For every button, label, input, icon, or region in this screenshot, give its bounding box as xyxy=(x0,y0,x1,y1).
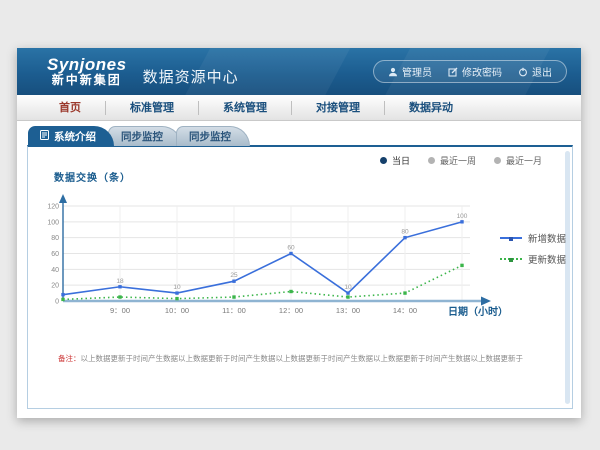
x-tick-label: 14：00 xyxy=(393,306,417,315)
y-tick-label: 20 xyxy=(51,283,59,290)
user-menu: 管理员 修改密码 退出 xyxy=(373,60,567,83)
radio-today[interactable]: 当日 xyxy=(380,154,410,167)
tab-bar: 系统介绍 同步监控 同步监控 xyxy=(28,126,244,146)
data-point[interactable] xyxy=(460,220,463,223)
legend-item-update-data[interactable]: 更新数据 xyxy=(500,252,566,266)
page-title: 数据资源中心 xyxy=(143,66,239,87)
data-point[interactable] xyxy=(175,297,178,300)
y-tick-label: 0 xyxy=(55,299,59,306)
data-label: 10 xyxy=(173,284,181,291)
data-point[interactable] xyxy=(289,252,292,255)
data-point[interactable] xyxy=(175,291,178,294)
radio-label: 最近一周 xyxy=(440,154,476,167)
data-label: 18 xyxy=(116,278,124,285)
y-tick-label: 120 xyxy=(47,204,59,211)
data-point[interactable] xyxy=(403,291,406,294)
footnote-prefix: 备注： xyxy=(58,354,81,363)
x-tick-label: 11：00 xyxy=(222,306,246,315)
radio-last-month[interactable]: 最近一月 xyxy=(494,154,542,167)
logo-chinese: 新中新集团 xyxy=(47,74,127,87)
x-tick-label: 13：00 xyxy=(336,306,360,315)
nav-item-interface-mgmt[interactable]: 对接管理 xyxy=(292,101,385,115)
chart-legend: 新增数据 更新数据 xyxy=(500,231,566,266)
legend-label: 新增数据 xyxy=(528,231,566,245)
nav-item-system-mgmt[interactable]: 系统管理 xyxy=(199,101,292,115)
radio-label: 最近一月 xyxy=(506,154,542,167)
legend-label: 更新数据 xyxy=(528,252,566,266)
time-range-filter: 当日 最近一周 最近一月 xyxy=(380,154,542,167)
radio-dot-icon xyxy=(428,157,435,164)
logout-label: 退出 xyxy=(532,64,552,79)
nav-item-data-changes[interactable]: 数据异动 xyxy=(385,101,477,115)
radio-label: 当日 xyxy=(392,154,410,167)
radio-last-week[interactable]: 最近一周 xyxy=(428,154,476,167)
data-point[interactable] xyxy=(118,295,121,298)
data-point[interactable] xyxy=(346,295,349,298)
footnote: 备注：以上数据更新于时间产生数据以上数据更新于时间产生数据以上数据更新于时间产生… xyxy=(58,353,523,364)
data-point[interactable] xyxy=(118,285,121,288)
line-chart-svg: 0 20 40 60 80 100 120 9：00 10：00 11：00 12：00 13：00 1… xyxy=(34,191,504,329)
nav-item-standard-mgmt[interactable]: 标准管理 xyxy=(106,101,199,115)
line-chart: 0 20 40 60 80 100 120 9：00 10：00 11：00 12：00 13：00 1… xyxy=(34,191,504,329)
logo-english: Synjones xyxy=(47,56,127,74)
tab-sync-monitor-2[interactable]: 同步监控 xyxy=(176,126,250,146)
legend-line-dotted-icon xyxy=(500,258,522,260)
logout-button[interactable]: 退出 xyxy=(518,64,552,79)
radio-dot-icon xyxy=(494,157,501,164)
nav-item-home[interactable]: 首页 xyxy=(35,101,106,115)
x-tick-label: 12：00 xyxy=(279,306,303,315)
data-label: 25 xyxy=(230,272,238,279)
admin-user-label: 管理员 xyxy=(402,64,432,79)
y-tick-label: 80 xyxy=(51,235,59,242)
y-axis-title: 数据交换（条） xyxy=(54,169,131,184)
footnote-text: 以上数据更新于时间产生数据以上数据更新于时间产生数据以上数据更新于时间产生数据以… xyxy=(81,354,524,363)
company-logo: Synjones 新中新集团 xyxy=(47,56,127,86)
tab-sync-monitor-1[interactable]: 同步监控 xyxy=(108,126,182,146)
y-tick-label: 40 xyxy=(51,267,59,274)
admin-user-button[interactable]: 管理员 xyxy=(388,64,432,79)
data-point[interactable] xyxy=(403,236,406,239)
x-axis-title: 日期（小时） xyxy=(448,303,508,318)
app-header: Synjones 新中新集团 数据资源中心 管理员 修改密码 退出 xyxy=(17,48,581,95)
y-axis-arrow xyxy=(59,194,67,203)
document-icon xyxy=(40,130,49,143)
data-label: 10 xyxy=(344,284,352,291)
radio-dot-icon xyxy=(380,157,387,164)
data-point[interactable] xyxy=(232,280,235,283)
content-panel: 当日 最近一周 最近一月 数据交换（条） 0 20 40 60 80 100 120 9：00… xyxy=(27,145,573,409)
edit-icon xyxy=(448,67,458,77)
tab-label: 同步监控 xyxy=(121,129,163,144)
x-tick-label: 9：00 xyxy=(110,306,130,315)
legend-item-new-data[interactable]: 新增数据 xyxy=(500,231,566,245)
data-point[interactable] xyxy=(232,295,235,298)
tab-system-intro[interactable]: 系统介绍 xyxy=(28,126,114,146)
change-password-label: 修改密码 xyxy=(462,64,502,79)
data-point[interactable] xyxy=(61,293,64,296)
data-point[interactable] xyxy=(61,298,64,301)
data-point[interactable] xyxy=(289,290,292,293)
data-label: 80 xyxy=(401,229,409,236)
main-nav: 首页 标准管理 系统管理 对接管理 数据异动 xyxy=(17,95,581,121)
app-window: Synjones 新中新集团 数据资源中心 管理员 修改密码 退出 xyxy=(17,48,581,418)
data-point[interactable] xyxy=(460,264,463,267)
user-icon xyxy=(388,67,398,77)
y-tick-label: 60 xyxy=(51,251,59,258)
tab-label: 系统介绍 xyxy=(54,129,96,144)
legend-line-solid-icon xyxy=(500,237,522,239)
tab-label: 同步监控 xyxy=(189,129,231,144)
data-label: 100 xyxy=(457,213,468,220)
data-point[interactable] xyxy=(346,291,349,294)
y-tick-label: 100 xyxy=(47,219,59,226)
vertical-scrollbar[interactable] xyxy=(565,151,570,404)
change-password-button[interactable]: 修改密码 xyxy=(448,64,502,79)
data-label: 60 xyxy=(287,245,295,252)
x-tick-label: 10：00 xyxy=(165,306,189,315)
power-icon xyxy=(518,67,528,77)
